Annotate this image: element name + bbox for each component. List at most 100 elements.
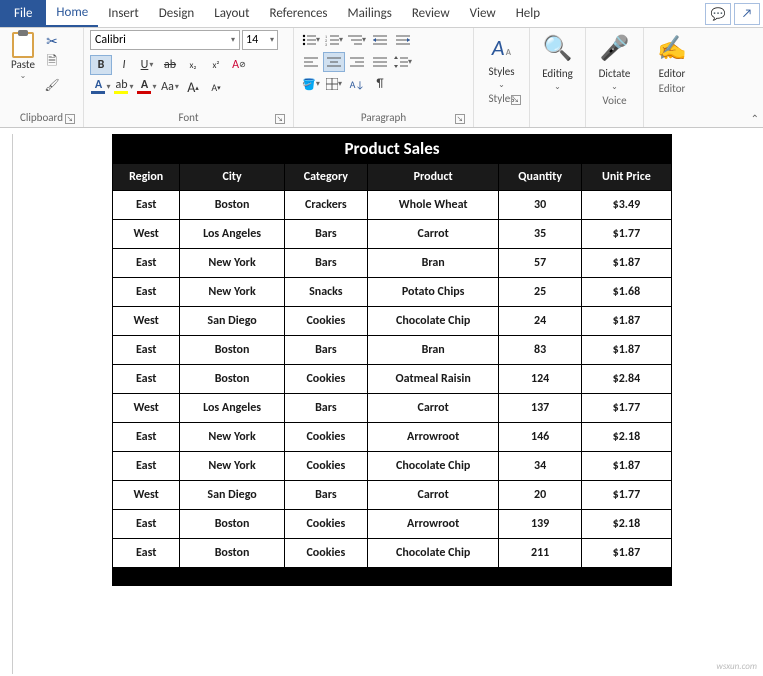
- table-cell: Cookies: [284, 539, 367, 568]
- table-row: WestSan DiegoBarsCarrot20$1.77: [113, 481, 672, 510]
- table-row: EastNew YorkCookiesArrowroot146$2.18: [113, 423, 672, 452]
- editor-icon: ✍: [657, 34, 687, 63]
- font-size-select[interactable]: 14▾: [242, 30, 278, 50]
- table-cell: $1.87: [581, 452, 671, 481]
- table-cell: Crackers: [284, 191, 367, 220]
- format-painter-button[interactable]: [42, 76, 62, 94]
- table-row: WestSan DiegoCookiesChocolate Chip24$1.8…: [113, 307, 672, 336]
- decrease-indent-button[interactable]: [369, 30, 391, 50]
- highlight-button[interactable]: ab▾: [113, 77, 135, 97]
- chevron-down-icon: ⌄: [554, 82, 561, 92]
- show-marks-button[interactable]: ¶: [369, 74, 391, 94]
- watermark: wsxun.com: [716, 661, 757, 672]
- font-name-select[interactable]: Calibri▾: [90, 30, 240, 50]
- shading-button[interactable]: 🪣▾: [300, 74, 322, 94]
- styles-button[interactable]: Aᴀ Styles ⌄: [480, 30, 523, 90]
- grow-font-button[interactable]: A▴: [182, 77, 204, 97]
- paragraph-launcher[interactable]: ↘: [455, 114, 465, 124]
- editor-button[interactable]: ✍ Editor: [650, 30, 694, 80]
- tab-view[interactable]: View: [460, 0, 506, 27]
- table-cell: 25: [499, 278, 581, 307]
- table-cell: Chocolate Chip: [367, 307, 499, 336]
- table-cell: Cookies: [284, 365, 367, 394]
- clipboard-launcher[interactable]: ↘: [65, 114, 75, 124]
- shrink-font-button[interactable]: A▾: [205, 77, 227, 97]
- table-cell: East: [113, 452, 180, 481]
- line-spacing-button[interactable]: ▾: [392, 52, 414, 72]
- table-row: EastNew YorkSnacksPotato Chips25$1.68: [113, 278, 672, 307]
- table-cell: East: [113, 249, 180, 278]
- table-cell: $1.77: [581, 481, 671, 510]
- table-cell: Carrot: [367, 394, 499, 423]
- table-cell: Chocolate Chip: [367, 452, 499, 481]
- align-right-button[interactable]: [346, 52, 368, 72]
- paste-button[interactable]: Paste ⌄: [6, 30, 40, 82]
- ribbon: Paste ⌄ Clipboard↘ Calibri▾ 14▾ B I: [0, 28, 763, 128]
- table-cell: $1.68: [581, 278, 671, 307]
- group-paragraph: ▾ 123▾ ▾ ▾ 🪣▾ ▾ A↓ ¶: [294, 28, 474, 127]
- table-cell: $2.18: [581, 510, 671, 539]
- table-cell: Los Angeles: [180, 220, 284, 249]
- table-cell: Chocolate Chip: [367, 539, 499, 568]
- table-cell: East: [113, 278, 180, 307]
- tab-mailings[interactable]: Mailings: [338, 0, 402, 27]
- table-row: EastBostonCookiesArrowroot139$2.18: [113, 510, 672, 539]
- tab-insert[interactable]: Insert: [98, 0, 149, 27]
- collapse-ribbon-button[interactable]: ⌃: [751, 112, 759, 125]
- document-surface[interactable]: Product Sales RegionCityCategoryProductQ…: [0, 128, 763, 674]
- tab-layout[interactable]: Layout: [204, 0, 259, 27]
- italic-button[interactable]: I: [113, 55, 135, 75]
- tab-review[interactable]: Review: [402, 0, 460, 27]
- bullets-button[interactable]: ▾: [300, 30, 322, 50]
- editing-button[interactable]: 🔍 Editing ⌄: [536, 30, 579, 92]
- styles-launcher[interactable]: ↘: [511, 95, 521, 105]
- share-button[interactable]: ↗: [734, 3, 760, 25]
- tab-file[interactable]: File: [0, 0, 46, 27]
- table-cell: New York: [180, 278, 284, 307]
- font-launcher[interactable]: ↘: [275, 114, 285, 124]
- strike-button[interactable]: ab: [159, 55, 181, 75]
- tab-home[interactable]: Home: [46, 0, 98, 27]
- group-styles: Aᴀ Styles ⌄ Styles↘: [474, 28, 530, 127]
- font-color-button[interactable]: A▾: [136, 77, 158, 97]
- dictate-button[interactable]: 🎤 Dictate ⌄: [592, 30, 637, 92]
- table-cell: 24: [499, 307, 581, 336]
- page: Product Sales RegionCityCategoryProductQ…: [112, 134, 672, 674]
- comments-button[interactable]: 💬: [705, 3, 731, 25]
- justify-button[interactable]: [369, 52, 391, 72]
- group-label-font: Font: [178, 111, 198, 124]
- table-cell: New York: [180, 423, 284, 452]
- column-header: City: [180, 164, 284, 191]
- sort-button[interactable]: A↓: [346, 74, 368, 94]
- numbering-button[interactable]: 123▾: [323, 30, 345, 50]
- multilevel-button[interactable]: ▾: [346, 30, 368, 50]
- change-case-button[interactable]: Aa▾: [159, 77, 181, 97]
- table-cell: $1.77: [581, 220, 671, 249]
- tab-help[interactable]: Help: [506, 0, 550, 27]
- table-row: EastBostonCrackersWhole Wheat30$3.49: [113, 191, 672, 220]
- table-title: Product Sales: [112, 134, 672, 163]
- tab-references[interactable]: References: [260, 0, 338, 27]
- table-cell: $2.18: [581, 423, 671, 452]
- increase-indent-button[interactable]: [392, 30, 414, 50]
- table-cell: Potato Chips: [367, 278, 499, 307]
- subscript-button[interactable]: x₂: [182, 55, 204, 75]
- table-cell: Carrot: [367, 220, 499, 249]
- table-cell: Cookies: [284, 510, 367, 539]
- table-cell: Boston: [180, 539, 284, 568]
- text-effects-button[interactable]: A▾: [90, 77, 112, 97]
- copy-button[interactable]: [42, 54, 62, 72]
- cut-button[interactable]: [42, 32, 62, 50]
- chevron-down-icon: ▾: [270, 35, 274, 45]
- borders-button[interactable]: ▾: [323, 74, 345, 94]
- clear-format-button[interactable]: A⊘: [228, 55, 250, 75]
- group-label-paragraph: Paragraph: [361, 111, 406, 124]
- underline-button[interactable]: U▾: [136, 55, 158, 75]
- tab-design[interactable]: Design: [149, 0, 204, 27]
- bold-button[interactable]: B: [90, 55, 112, 75]
- superscript-button[interactable]: x²: [205, 55, 227, 75]
- align-left-button[interactable]: [300, 52, 322, 72]
- chevron-down-icon: ⌄: [611, 82, 618, 92]
- align-center-button[interactable]: [323, 52, 345, 72]
- chevron-down-icon: ⌄: [498, 80, 505, 90]
